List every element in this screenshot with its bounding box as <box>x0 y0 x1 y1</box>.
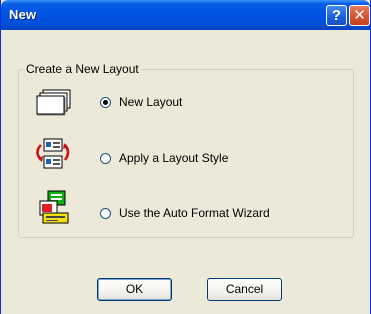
option-label-apply-layout-style: Apply a Layout Style <box>119 151 229 165</box>
cancel-button[interactable]: Cancel <box>207 278 282 301</box>
option-apply-layout-style[interactable]: Apply a Layout Style <box>31 136 331 176</box>
option-label-auto-format-wizard: Use the Auto Format Wizard <box>119 206 270 220</box>
close-button[interactable]: ✕ <box>349 5 370 26</box>
option-label-new-layout: New Layout <box>119 95 183 109</box>
help-icon: ? <box>331 7 342 24</box>
option-new-layout[interactable]: New Layout <box>31 83 331 123</box>
close-icon: ✕ <box>353 7 366 24</box>
group-legend: Create a New Layout <box>26 62 139 76</box>
ok-button[interactable]: OK <box>97 278 172 301</box>
radio-new-layout[interactable] <box>100 97 111 108</box>
window-title: New <box>9 7 37 22</box>
radio-auto-format-wizard[interactable] <box>100 208 111 219</box>
help-button[interactable]: ? <box>326 5 347 26</box>
title-bar[interactable]: New ? ✕ <box>1 0 370 30</box>
new-dialog-window: New ? ✕ Create a New Layout New Layout A… <box>0 0 371 314</box>
blank-page-icon <box>36 89 71 116</box>
radio-apply-layout-style[interactable] <box>100 153 111 164</box>
wizard-icon <box>39 190 69 224</box>
option-auto-format-wizard[interactable]: Use the Auto Format Wizard <box>31 189 331 229</box>
apply-style-icon <box>36 138 70 169</box>
